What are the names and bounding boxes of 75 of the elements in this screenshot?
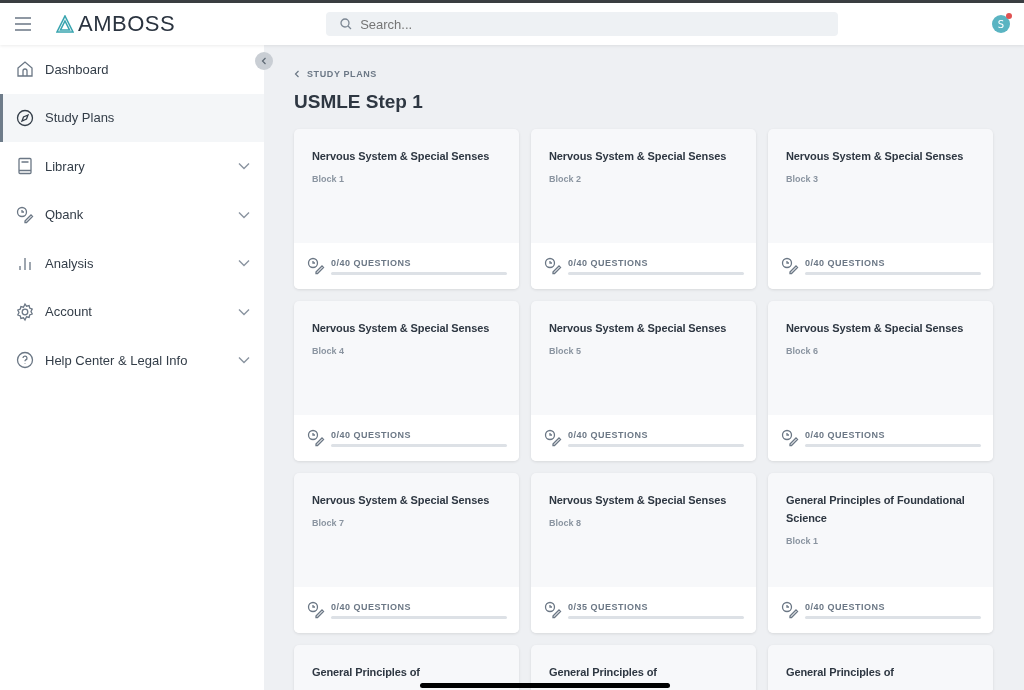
block-label: Block 4 <box>312 346 345 356</box>
sidebar-item[interactable]: Dashboard <box>0 45 264 94</box>
study-plan-card[interactable]: General Principles of <box>768 645 993 690</box>
study-plan-card[interactable]: Nervous System & Special Senses Block 4 0/40 QUESTIONS <box>294 301 519 461</box>
block-label: Block 8 <box>549 518 582 528</box>
block-label: Block 1 <box>312 174 345 184</box>
question-count: 0/40 QUESTIONS <box>331 601 413 612</box>
compass-icon <box>15 107 35 128</box>
sidebar-item[interactable]: Account <box>0 287 264 336</box>
stopwatch-pencil-icon <box>780 428 800 448</box>
help-icon <box>15 350 35 371</box>
back-chevron-icon <box>294 70 300 78</box>
stopwatch-pencil-icon <box>780 256 800 276</box>
study-plan-card[interactable]: Nervous System & Special Senses Block 7 0/40 QUESTIONS <box>294 473 519 633</box>
logo-text: AMBOSS <box>78 11 176 37</box>
sidebar-item[interactable]: Library <box>0 142 264 191</box>
breadcrumb-text: STUDY PLANS <box>307 69 377 79</box>
stopwatch-pencil-icon <box>306 600 326 620</box>
sidebar-item[interactable]: Help Center & Legal Info <box>0 336 264 385</box>
stopwatch-pencil-icon <box>780 600 800 620</box>
page-title: USMLE Step 1 <box>294 91 424 113</box>
settings-icon <box>15 301 35 322</box>
card-title: General Principles of <box>786 665 895 680</box>
study-plan-card[interactable]: Nervous System & Special Senses Block 8 0/35 QUESTIONS <box>531 473 756 633</box>
question-count: 0/40 QUESTIONS <box>805 601 887 612</box>
card-title: Nervous System & Special Senses <box>786 149 965 164</box>
question-count: 0/40 QUESTIONS <box>568 429 650 440</box>
stopwatch-pencil-icon <box>306 428 326 448</box>
stopwatch-pencil-icon <box>15 204 35 225</box>
question-count: 0/40 QUESTIONS <box>568 257 650 268</box>
collapse-button[interactable] <box>255 52 273 70</box>
block-label: Block 7 <box>312 518 345 528</box>
card-title: General Principles of <box>549 665 658 680</box>
book-icon <box>15 156 35 177</box>
question-count: 0/40 QUESTIONS <box>331 257 413 268</box>
sidebar-item[interactable]: Qbank <box>0 190 264 239</box>
question-count: 0/35 QUESTIONS <box>568 601 650 612</box>
study-plan-card[interactable]: Nervous System & Special Senses Block 3 0/40 QUESTIONS <box>768 129 993 289</box>
sidebar-item[interactable]: Analysis <box>0 239 264 288</box>
question-count: 0/40 QUESTIONS <box>805 429 887 440</box>
card-title: Nervous System & Special Senses <box>549 149 728 164</box>
study-plan-card[interactable]: Nervous System & Special Senses Block 1 0/40 QUESTIONS <box>294 129 519 289</box>
card-title: General Principles of Foundational Science <box>786 493 966 526</box>
study-plan-card[interactable]: Nervous System & Special Senses Block 6 0/40 QUESTIONS <box>768 301 993 461</box>
block-label: Block 1 <box>786 536 819 546</box>
block-label: Block 5 <box>549 346 582 356</box>
sidebar-item[interactable]: Study Plans <box>0 93 264 142</box>
question-count: 0/40 QUESTIONS <box>805 257 887 268</box>
block-label: Block 2 <box>549 174 582 184</box>
stopwatch-pencil-icon <box>543 428 563 448</box>
breadcrumb-link[interactable]: STUDY PLANS <box>294 69 377 79</box>
search-icon <box>340 18 353 30</box>
stopwatch-pencil-icon <box>543 256 563 276</box>
card-title: Nervous System & Special Senses <box>312 493 491 508</box>
card-title: Nervous System & Special Senses <box>312 321 491 336</box>
study-plan-card[interactable]: General Principles of <box>531 645 756 690</box>
triangle-logo-icon <box>56 15 74 33</box>
question-count: 0/40 QUESTIONS <box>331 429 413 440</box>
menu-icon[interactable] <box>14 17 32 31</box>
home-icon <box>15 59 35 80</box>
block-label: Block 3 <box>786 174 819 184</box>
card-title: Nervous System & Special Senses <box>312 149 491 164</box>
chevron-left-icon <box>261 57 267 65</box>
study-plan-card[interactable]: General Principles of Foundational Science Block 1 0/40 QUESTIONS <box>768 473 993 633</box>
card-title: Nervous System & Special Senses <box>786 321 965 336</box>
card-title: Nervous System & Special Senses <box>549 493 728 508</box>
study-plan-card[interactable]: Nervous System & Special Senses Block 5 0/40 QUESTIONS <box>531 301 756 461</box>
card-title: General Principles of <box>312 665 421 680</box>
stopwatch-pencil-icon <box>306 256 326 276</box>
search-field[interactable]: Search... <box>326 12 839 36</box>
study-plan-card[interactable]: General Principles of <box>294 645 519 690</box>
card-title: Nervous System & Special Senses <box>549 321 728 336</box>
stopwatch-pencil-icon <box>543 600 563 620</box>
study-plan-card[interactable]: Nervous System & Special Senses Block 2 0/40 QUESTIONS <box>531 129 756 289</box>
block-label: Block 6 <box>786 346 819 356</box>
